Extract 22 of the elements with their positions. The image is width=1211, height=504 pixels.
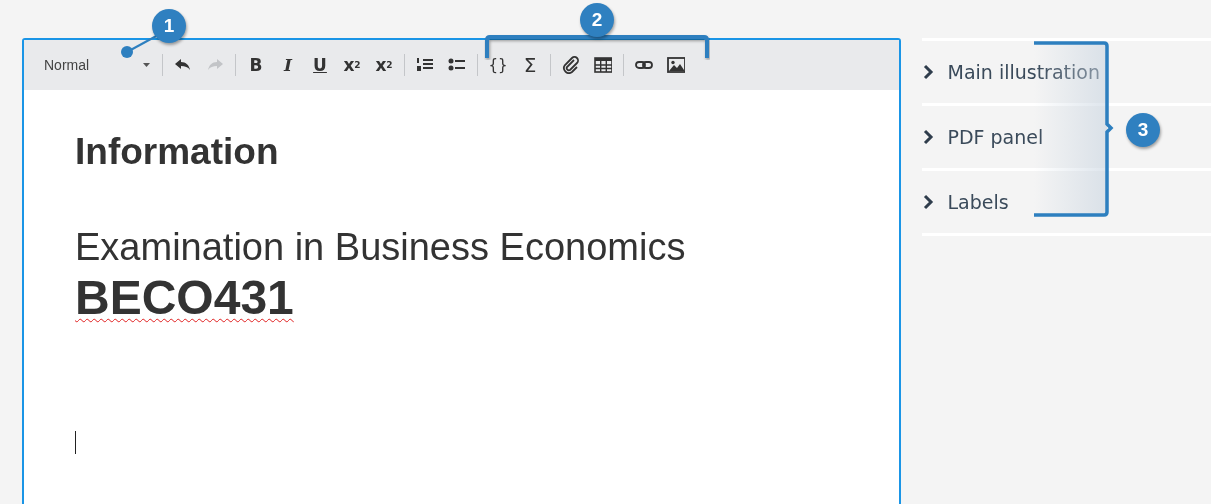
paperclip-icon <box>562 56 580 74</box>
heading-text: Information <box>75 130 280 174</box>
title-text: Examination in Business Economics <box>75 225 687 270</box>
underline-button[interactable]: U <box>304 50 336 80</box>
format-dropdown[interactable]: Normal <box>34 50 158 80</box>
text-cursor <box>75 431 76 454</box>
callout-badge: 3 <box>1126 113 1160 147</box>
bold-button[interactable]: B <box>240 50 272 80</box>
italic-button[interactable]: I <box>272 50 304 80</box>
table-icon <box>594 56 612 74</box>
callout-badge: 1 <box>152 9 186 43</box>
chevron-right-icon <box>921 194 934 210</box>
superscript-button[interactable]: x$^{2}$ <box>368 50 400 80</box>
code-button[interactable]: {} <box>482 50 514 80</box>
chevron-right-icon <box>921 129 934 145</box>
chevron-right-icon <box>921 64 934 80</box>
formula-button[interactable]: Σ <box>514 50 546 80</box>
caret-icon <box>143 63 150 67</box>
callout-badge: 2 <box>580 3 614 37</box>
course-code: BECO431 <box>75 270 294 326</box>
numbered-list-icon <box>416 56 434 74</box>
image-icon <box>667 56 685 74</box>
